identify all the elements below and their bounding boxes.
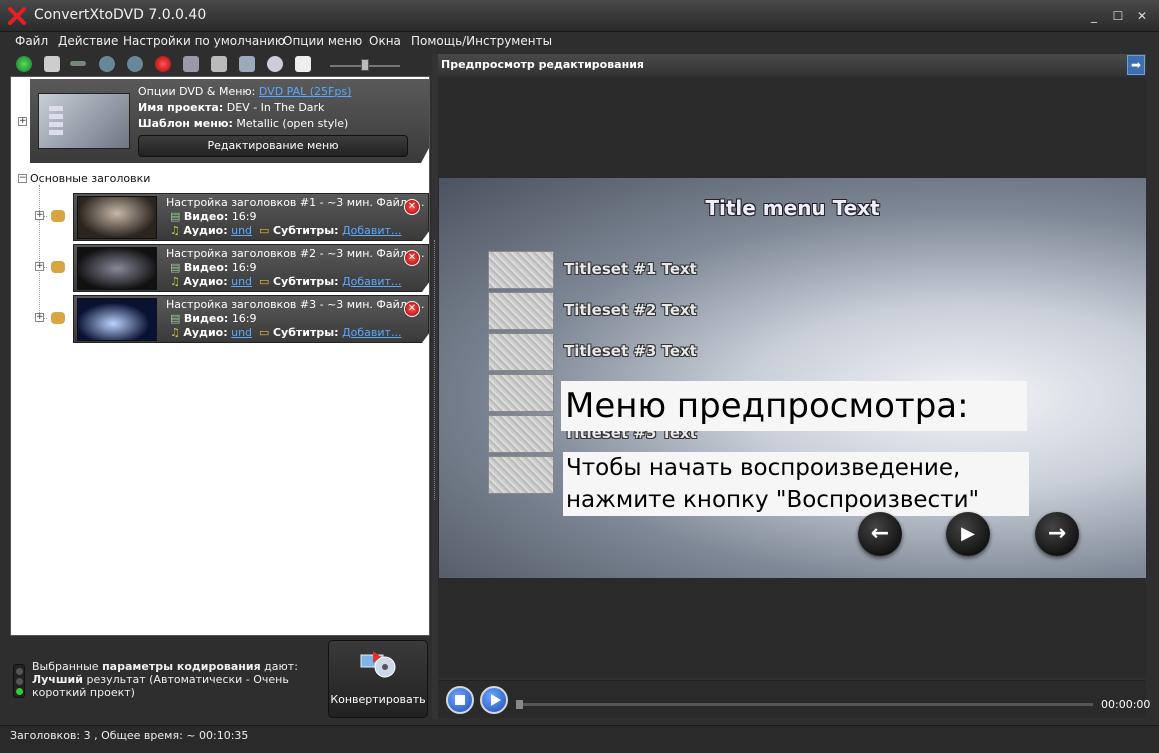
move-down-icon[interactable] [99,56,115,72]
titleset-1-thumb[interactable] [488,251,554,289]
minimize-button[interactable]: _ [1086,9,1102,23]
menu-bar: Файл Действие Настройки по умолчанию Опц… [0,32,1159,52]
title-bar: ConvertXtoDVD 7.0.0.40 _ ☐ ✕ [0,0,1159,32]
project-tree: + Опции DVD & Меню: DVD PAL (25Fps) Имя … [10,76,430,636]
app-window: ConvertXtoDVD 7.0.0.40 _ ☐ ✕ Файл Действ… [0,0,1159,753]
titleset-2-thumb[interactable] [488,292,554,330]
menu-thumbnail [38,93,130,149]
save-icon[interactable] [44,56,60,72]
menu-template-line: Шаблон меню: Metallic (open style) [138,117,349,130]
menu-defaults[interactable]: Настройки по умолчанию [123,34,285,48]
title-card-3[interactable]: Настройка заголовков #3 - ~3 мин. Файл: … [73,295,429,343]
preview-overlay-line2: нажмите кнопку "Воспроизвести" [563,484,1029,516]
titleset-1-text: Titleset #1 Text [564,260,697,278]
title-2-subs-link[interactable]: Добавит... [342,275,401,288]
title-2-audio-link[interactable]: und [231,275,252,288]
status-text: Заголовков: 3 , Общее время: ~ 00:10:35 [10,729,249,742]
dvd-menu-preview[interactable]: Title menu Text Titleset #1 Text Titlese… [439,178,1146,578]
title-3-icon [51,312,65,324]
main-titles-label: Основные заголовки [30,172,151,185]
seek-bar[interactable] [518,703,1093,706]
status-bar: Заголовков: 3 , Общее время: ~ 00:10:35 [0,725,1159,753]
expand-title-1-toggle[interactable]: + [35,211,44,220]
edit-menu-button[interactable]: Редактирование меню [138,135,408,157]
delete-icon[interactable] [155,56,171,72]
titleset-3-text: Titleset #3 Text [564,342,697,360]
menu-title-text: Title menu Text [705,196,880,220]
expand-menu-toggle[interactable]: + [18,117,27,126]
preview-overlay-title: Меню предпросмотра: [561,381,1027,431]
menu-file[interactable]: Файл [15,34,48,48]
stop-button[interactable] [446,686,474,714]
title-1-icon [51,210,65,222]
dvd-options-line: Опции DVD & Меню: DVD PAL (25Fps) [138,85,352,98]
titleset-3-thumb[interactable] [488,333,554,371]
maximize-button[interactable]: ☐ [1110,9,1126,23]
menu-menu-options[interactable]: Опции меню [283,34,362,48]
monitor-icon[interactable] [239,56,255,72]
playback-time: 00:00:00 [1101,698,1151,711]
window-title: ConvertXtoDVD 7.0.0.40 [34,7,207,23]
preview-title: Предпросмотр редактирования [441,58,644,71]
convert-icon [360,651,396,678]
menu-windows[interactable]: Окна [369,34,401,48]
document-icon[interactable] [295,56,311,72]
menu-next-arrow-icon[interactable]: → [1035,512,1079,556]
play-button[interactable] [480,686,508,714]
titleset-2-text: Titleset #2 Text [564,301,697,319]
menu-help-tools[interactable]: Помощь/Инструменты [411,34,552,48]
preview-header: Предпросмотр редактирования [438,54,1146,76]
stop-icon [455,695,465,705]
titleset-4-thumb[interactable] [488,374,554,412]
play-icon [491,694,501,706]
app-logo-icon [8,7,26,25]
preview-area: Title menu Text Titleset #1 Text Titlese… [438,78,1146,678]
title-3-delete-icon[interactable]: ✕ [404,301,420,317]
title-3-subs-link[interactable]: Добавит... [342,326,401,339]
title-1-delete-icon[interactable]: ✕ [404,199,420,215]
arrow-right-icon[interactable]: ➡ [1127,55,1145,75]
toolbar [10,54,430,76]
disc-icon[interactable] [267,56,283,72]
menu-play-icon[interactable]: ▶ [946,512,990,556]
title-2-icon [51,261,65,273]
add-icon[interactable] [16,56,32,72]
titleset-6-thumb[interactable] [488,456,554,494]
collapse-titles-toggle[interactable]: − [18,174,27,183]
title-3-audio-link[interactable]: und [231,326,252,339]
title-1-audio-link[interactable]: und [231,224,252,237]
convert-button[interactable]: Конвертировать [328,640,428,718]
title-2-delete-icon[interactable]: ✕ [404,250,420,266]
project-name-line: Имя проекта: DEV - In The Dark [138,101,325,114]
encoding-text: Выбранные параметры кодирования дают: Лу… [32,660,298,699]
expand-title-2-toggle[interactable]: + [35,262,44,271]
film-icon[interactable] [211,56,227,72]
close-button[interactable]: ✕ [1134,9,1150,23]
encoding-info: Выбранные параметры кодирования дают: Лу… [10,640,322,720]
title-1-subs-link[interactable]: Добавит... [342,224,401,237]
menu-action[interactable]: Действие [58,34,118,48]
titleset-5-thumb[interactable] [488,415,554,453]
player-controls: 00:00:00 [438,680,1150,718]
menu-card: Опции DVD & Меню: DVD PAL (25Fps) Имя пр… [30,79,429,163]
settings-icon[interactable] [183,56,199,72]
title-1-thumbnail [77,196,157,239]
dvd-format-link[interactable]: DVD PAL (25Fps) [259,85,351,98]
menu-prev-arrow-icon[interactable]: ← [858,512,902,556]
preview-overlay-line1: Чтобы начать воспроизведение, [563,452,1029,484]
seek-knob[interactable] [516,700,523,709]
title-3-thumbnail [77,298,157,341]
move-up-icon[interactable] [127,56,143,72]
expand-title-3-toggle[interactable]: + [35,313,44,322]
title-2-thumbnail [77,247,157,290]
disabled-icon[interactable] [70,61,86,66]
title-card-2[interactable]: Настройка заголовков #2 - ~3 мин. Файл: … [73,244,429,292]
traffic-light-icon [13,664,25,698]
title-card-1[interactable]: Настройка заголовков #1 - ~3 мин. Файл: … [73,193,429,241]
zoom-slider-knob[interactable] [361,59,369,71]
